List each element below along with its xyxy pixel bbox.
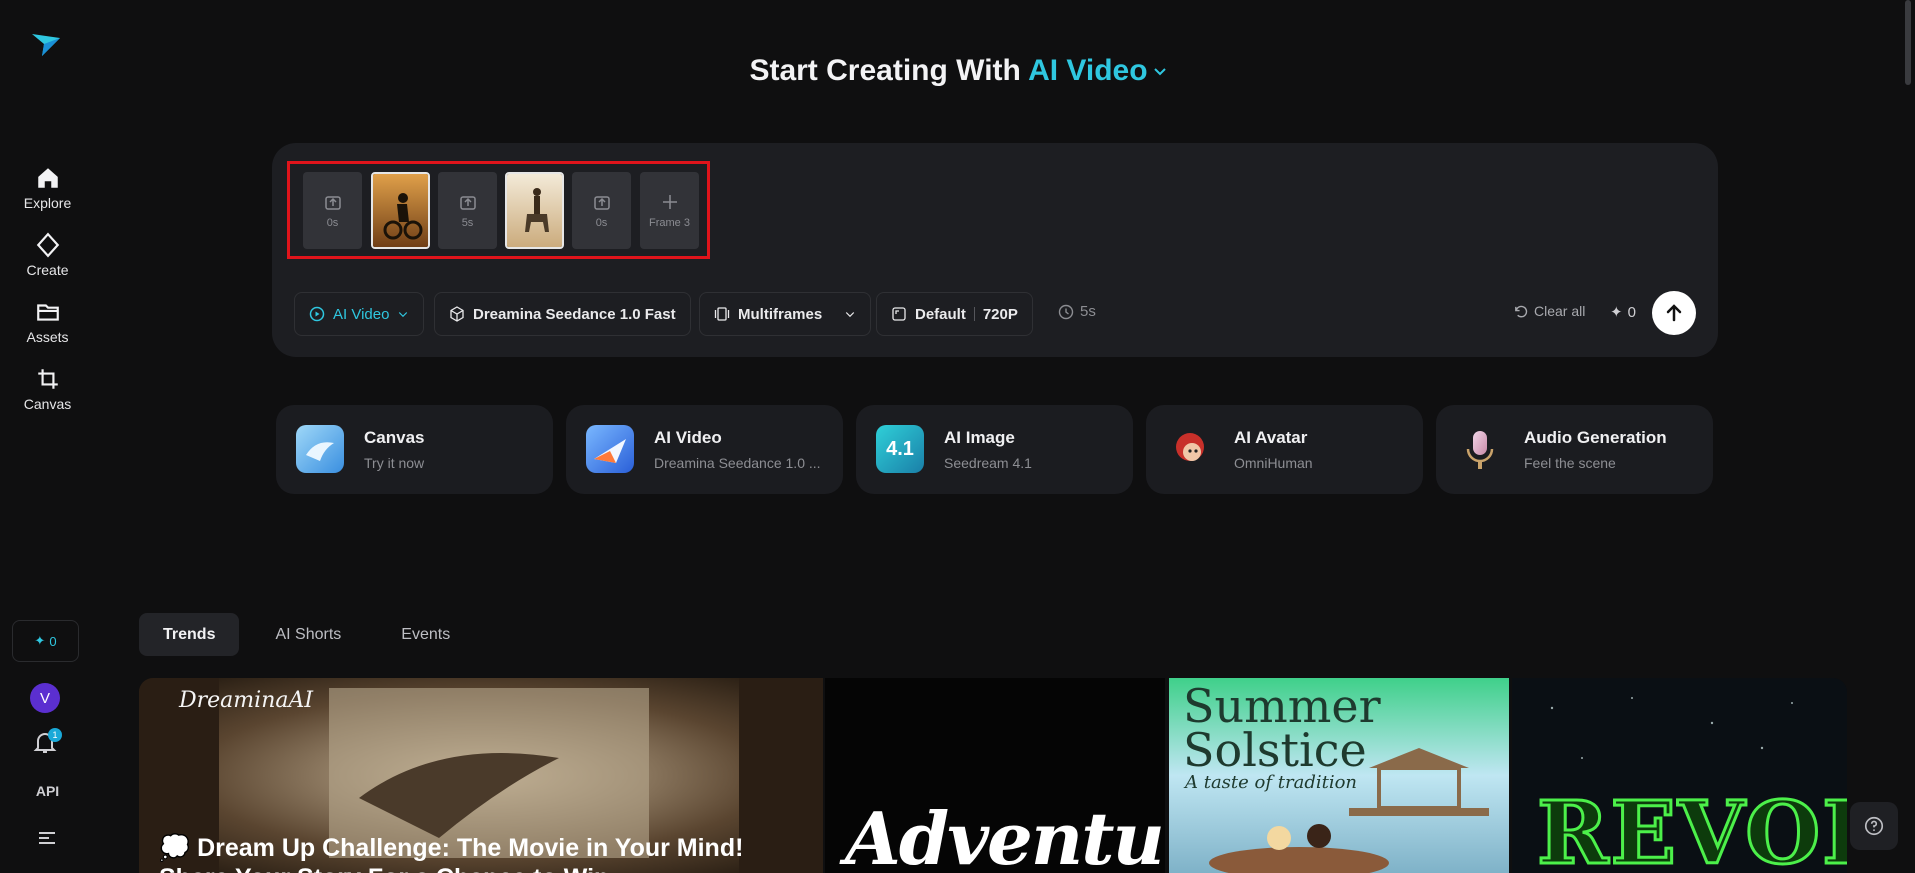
tool-card-canvas[interactable]: Canvas Try it now [276, 405, 553, 494]
sparkle-icon: ✦ [1610, 304, 1623, 321]
clock-icon [1058, 304, 1074, 319]
gallery-item-title: 💭 Dream Up Challenge: The Movie in Your … [159, 834, 744, 873]
tool-card-ai-avatar[interactable]: AI Avatar OmniHuman [1146, 405, 1423, 494]
model-select[interactable]: Dreamina Seedance 1.0 Fast [434, 292, 691, 336]
sidebar-item-label: Canvas [23, 396, 72, 412]
ai-avatar-tool-icon [1166, 425, 1214, 473]
ai-image-tool-icon: 4.1 [876, 425, 924, 473]
aspect-ratio-icon [892, 307, 906, 321]
chevron-down-icon [399, 312, 408, 318]
duration-label: 5s [1080, 303, 1096, 320]
frames-highlight-outline [287, 161, 710, 259]
clear-all-button[interactable]: Clear all [1513, 303, 1585, 319]
multiframes-icon [714, 307, 730, 321]
tab-events[interactable]: Events [377, 613, 474, 656]
tool-card-audio-generation[interactable]: Audio Generation Feel the scene [1436, 405, 1713, 494]
tool-card-title: AI Avatar [1234, 428, 1308, 447]
clear-all-label: Clear all [1534, 303, 1586, 319]
sidebar: Explore Create Assets Canvas ✦ 0 V 1 API [0, 0, 95, 873]
sidebar-item-label: Create [26, 262, 69, 278]
ai-video-tool-icon [586, 425, 634, 473]
diamond-icon [36, 232, 59, 258]
avatar[interactable]: V [30, 683, 60, 713]
ai-video-icon [309, 306, 325, 322]
ratio-label: Default [915, 305, 966, 323]
sparkle-icon: ✦ [34, 633, 46, 648]
help-button[interactable] [1850, 802, 1898, 850]
page-title: Start Creating With AI Video [0, 54, 1915, 88]
gallery-item-adventure[interactable]: Adventure [825, 678, 1165, 873]
tab-ai-shorts[interactable]: AI Shorts [251, 613, 365, 656]
gallery-item-summer-solstice[interactable]: Summer Solstice A taste of tradition [1169, 678, 1509, 873]
gallery-item-text: REVOLT [1536, 782, 1847, 873]
sidebar-item-create[interactable]: Create [0, 232, 95, 280]
mode-dropdown[interactable]: AI Video [1028, 54, 1166, 87]
tool-card-title: Audio Generation [1524, 428, 1667, 447]
tab-trends[interactable]: Trends [139, 613, 240, 656]
mode-select[interactable]: AI Video [294, 292, 425, 336]
gallery-item-subtitle: A taste of tradition [1185, 772, 1358, 793]
tool-card-title: AI Image [944, 428, 1015, 447]
chevron-down-icon [845, 312, 855, 318]
tool-card-title: AI Video [654, 428, 722, 447]
mode-select-label: AI Video [333, 305, 390, 323]
api-link[interactable]: API [0, 783, 95, 799]
model-select-label: Dreamina Seedance 1.0 Fast [473, 305, 676, 323]
resolution-label: 720P [982, 305, 1018, 323]
gallery-item-revolt[interactable]: REVOLT [1512, 678, 1847, 873]
home-icon [37, 168, 58, 188]
tool-card-subtitle: Dreamina Seedance 1.0 ... [654, 455, 821, 471]
credits-count: 0 [49, 633, 57, 649]
credit-cost: ✦ 0 [1610, 303, 1636, 322]
sidebar-item-canvas[interactable]: Canvas [0, 366, 95, 414]
sidebar-item-label: Assets [26, 329, 69, 345]
credit-cost-value: 0 [1627, 303, 1636, 321]
tool-card-ai-video[interactable]: AI Video Dreamina Seedance 1.0 ... [566, 405, 843, 494]
generate-button[interactable] [1652, 291, 1696, 335]
tool-card-subtitle: Feel the scene [1524, 455, 1616, 471]
sidebar-item-assets[interactable]: Assets [0, 299, 95, 347]
title-prefix: Start Creating With [749, 54, 1021, 87]
undo-icon [1515, 305, 1528, 317]
tool-card-ai-image[interactable]: 4.1 AI Image Seedream 4.1 [856, 405, 1133, 494]
tool-card-subtitle: Seedream 4.1 [944, 455, 1032, 471]
gallery-tabs: Trends AI Shorts Events [139, 613, 474, 656]
notification-badge: 1 [48, 728, 62, 742]
tool-card-title: Canvas [364, 428, 425, 447]
canvas-tool-icon [296, 425, 344, 473]
chevron-down-icon [1153, 68, 1166, 76]
sidebar-item-label: Explore [23, 195, 72, 211]
microphone-icon [1456, 425, 1504, 473]
ratio-resolution-select[interactable]: Default 720P [876, 292, 1033, 336]
gallery-item-text: Adventure [845, 796, 1165, 873]
brand-watermark: DreaminaAI [179, 688, 314, 713]
folder-icon [36, 304, 59, 321]
frames-select[interactable]: Multiframes [699, 292, 871, 336]
tool-card-subtitle: OmniHuman [1234, 455, 1313, 471]
crop-icon [37, 369, 58, 389]
menu-icon[interactable] [37, 830, 57, 846]
question-icon [1864, 816, 1884, 836]
scrollbar[interactable] [1905, 0, 1911, 85]
gallery-item-dream-up-challenge[interactable]: DreaminaAI 💭 Dream Up Challenge: The Mov… [139, 678, 823, 873]
cube-icon [450, 306, 464, 322]
frames-select-label: Multiframes [738, 305, 823, 323]
arrow-up-icon [1666, 304, 1682, 322]
mode-label: AI Video [1028, 54, 1148, 87]
duration-select[interactable]: 5s [1058, 303, 1096, 320]
credits-button[interactable]: ✦ 0 [12, 620, 79, 662]
tool-card-subtitle: Try it now [364, 455, 425, 471]
gallery-item-title: Summer Solstice [1183, 679, 1381, 777]
sidebar-item-explore[interactable]: Explore [0, 165, 95, 213]
divider [973, 307, 975, 321]
